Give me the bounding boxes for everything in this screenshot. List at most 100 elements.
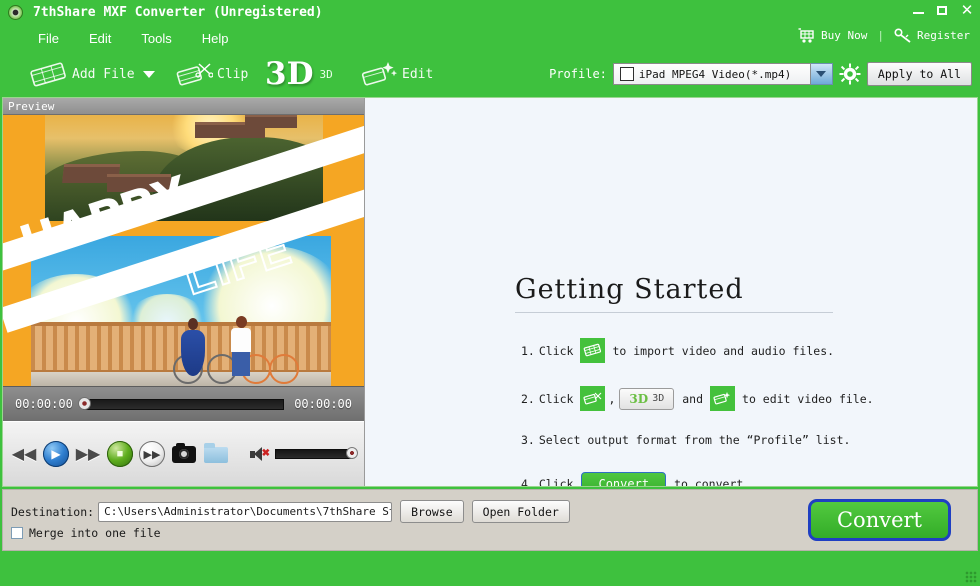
step-2-post: to edit video file. [742,392,874,406]
magic-wand-film-icon [360,58,398,90]
step-1: 1. Click to import video and audio files… [521,338,838,363]
gear-icon [839,63,861,85]
open-folder-button[interactable]: Open Folder [472,500,570,523]
close-icon[interactable]: ✕ [960,3,974,19]
buy-now-label: Buy Now [821,29,867,42]
destination-input[interactable]: C:\Users\Administrator\Documents\7thShar… [98,502,392,522]
window-title: 7thShare MXF Converter (Unregistered) [33,5,323,20]
profile-format-swatch [620,67,634,81]
add-file-icon[interactable] [580,338,605,363]
play-button[interactable]: ▶ [43,441,69,467]
transport-controls: ◀◀ ▶ ▶▶ ■ ▶▶ [3,422,364,486]
title-bar: 7thShare MXF Converter (Unregistered) ✕ [0,0,980,24]
profile-settings-button[interactable] [839,63,861,85]
merge-label: Merge into one file [29,526,161,540]
merge-into-one-file-row[interactable]: Merge into one file [11,526,161,540]
resize-grip-icon[interactable] [965,571,977,583]
step-2-pre: Click [539,392,574,406]
bottom-bar: Destination: C:\Users\Administrator\Docu… [2,489,978,551]
figure-boy [231,316,251,376]
step-1-pre: Click [539,344,574,358]
figure-girl [181,318,205,376]
step-forward-button[interactable]: ▶▶ [139,441,165,467]
add-file-label: Add File [72,67,135,82]
preview-panel-title: Preview [3,98,364,115]
buy-now-button[interactable]: Buy Now [798,28,867,43]
playback-timeline: 00:00:00 00:00:00 [3,386,364,422]
bicycle-wheel-4 [269,354,299,384]
seek-slider[interactable] [83,399,284,410]
profile-dropdown-icon[interactable] [811,63,833,85]
preview-pane: Preview [3,98,365,486]
chevron-down-icon[interactable] [143,71,155,78]
step-1-post: to import video and audio files. [612,344,834,358]
convert-button[interactable]: Convert [808,499,951,541]
total-time: 00:00:00 [294,397,352,411]
edit-label: Edit [402,67,433,82]
fast-forward-icon: ▶▶ [75,441,101,467]
apply-to-all-button[interactable]: Apply to All [867,62,972,86]
minimize-icon[interactable] [912,3,926,19]
volume-control: ✖ [249,445,353,463]
step-4: 4. Click Convert to convert. [521,472,754,486]
step-2-separator: , [608,392,615,406]
stop-icon: ■ [107,441,133,467]
snapshot-button[interactable] [171,441,197,467]
step-4-number: 4. [521,477,535,486]
clip-button[interactable]: Clip [175,52,248,96]
stop-button[interactable]: ■ [107,441,133,467]
three-d-button[interactable]: 3D 3D [619,388,674,410]
step-3-text: Select output format from the “Profile” … [539,433,851,447]
menu-item-help[interactable]: Help [202,31,229,46]
fast-forward-button[interactable]: ▶▶ [75,441,101,467]
rewind-button[interactable]: ◀◀ [11,441,37,467]
merge-checkbox[interactable] [11,527,23,539]
step-2-number: 2. [521,392,535,406]
getting-started-pane: Getting Started 1. Click [365,98,977,486]
app-logo-icon [8,5,23,20]
step-1-number: 1. [521,344,535,358]
edit-button[interactable]: Edit [360,52,433,96]
browse-label: Browse [411,505,453,519]
step-2-mid-word: and [682,392,703,406]
seek-slider-handle[interactable] [78,397,91,410]
menu-item-tools[interactable]: Tools [141,31,171,46]
temple-roof-4 [245,117,297,128]
profile-selected-value: iPad MPEG4 Video(*.mp4) [639,68,791,81]
video-preview[interactable]: HAPPY LIFE [3,115,364,386]
volume-slider[interactable] [275,449,353,459]
step-2: 2. Click , 3D 3D [521,386,878,411]
maximize-icon[interactable] [936,3,950,19]
window-controls: ✕ [912,3,974,19]
three-d-glyph: 3D [265,59,313,90]
account-separator: | [877,29,884,42]
destination-label: Destination: [11,505,94,519]
three-d-glyph: 3D [629,392,648,406]
shopping-cart-icon [798,28,816,43]
browse-button[interactable]: Browse [400,500,464,523]
clip-icon[interactable] [580,386,605,411]
application-window: 7thShare MXF Converter (Unregistered) ✕ … [0,0,980,586]
step-forward-icon: ▶▶ [140,442,164,466]
step-4-post: to convert. [674,477,750,486]
add-file-button[interactable]: Add File [28,52,155,96]
profile-select[interactable]: iPad MPEG4 Video(*.mp4) [613,63,811,85]
menu-item-file[interactable]: File [38,31,59,46]
folder-icon [204,447,228,463]
profile-label: Profile: [549,67,607,81]
convert-button-inline[interactable]: Convert [581,472,666,486]
register-button[interactable]: Register [894,28,970,43]
volume-slider-handle[interactable] [346,447,358,459]
speaker-muted-icon[interactable]: ✖ [249,445,269,463]
three-d-button[interactable]: 3D 3D [265,52,333,96]
play-icon: ▶ [43,441,69,467]
profile-row: Profile: iPad MPEG4 Video(*.mp4) [549,62,972,86]
open-folder-label: Open Folder [483,505,559,519]
menu-item-edit[interactable]: Edit [89,31,111,46]
register-label: Register [917,29,970,42]
camera-icon [172,446,196,463]
open-folder-button[interactable] [203,441,229,467]
edit-icon[interactable] [710,386,735,411]
clip-label: Clip [217,67,248,82]
scissors-film-icon [175,58,213,90]
